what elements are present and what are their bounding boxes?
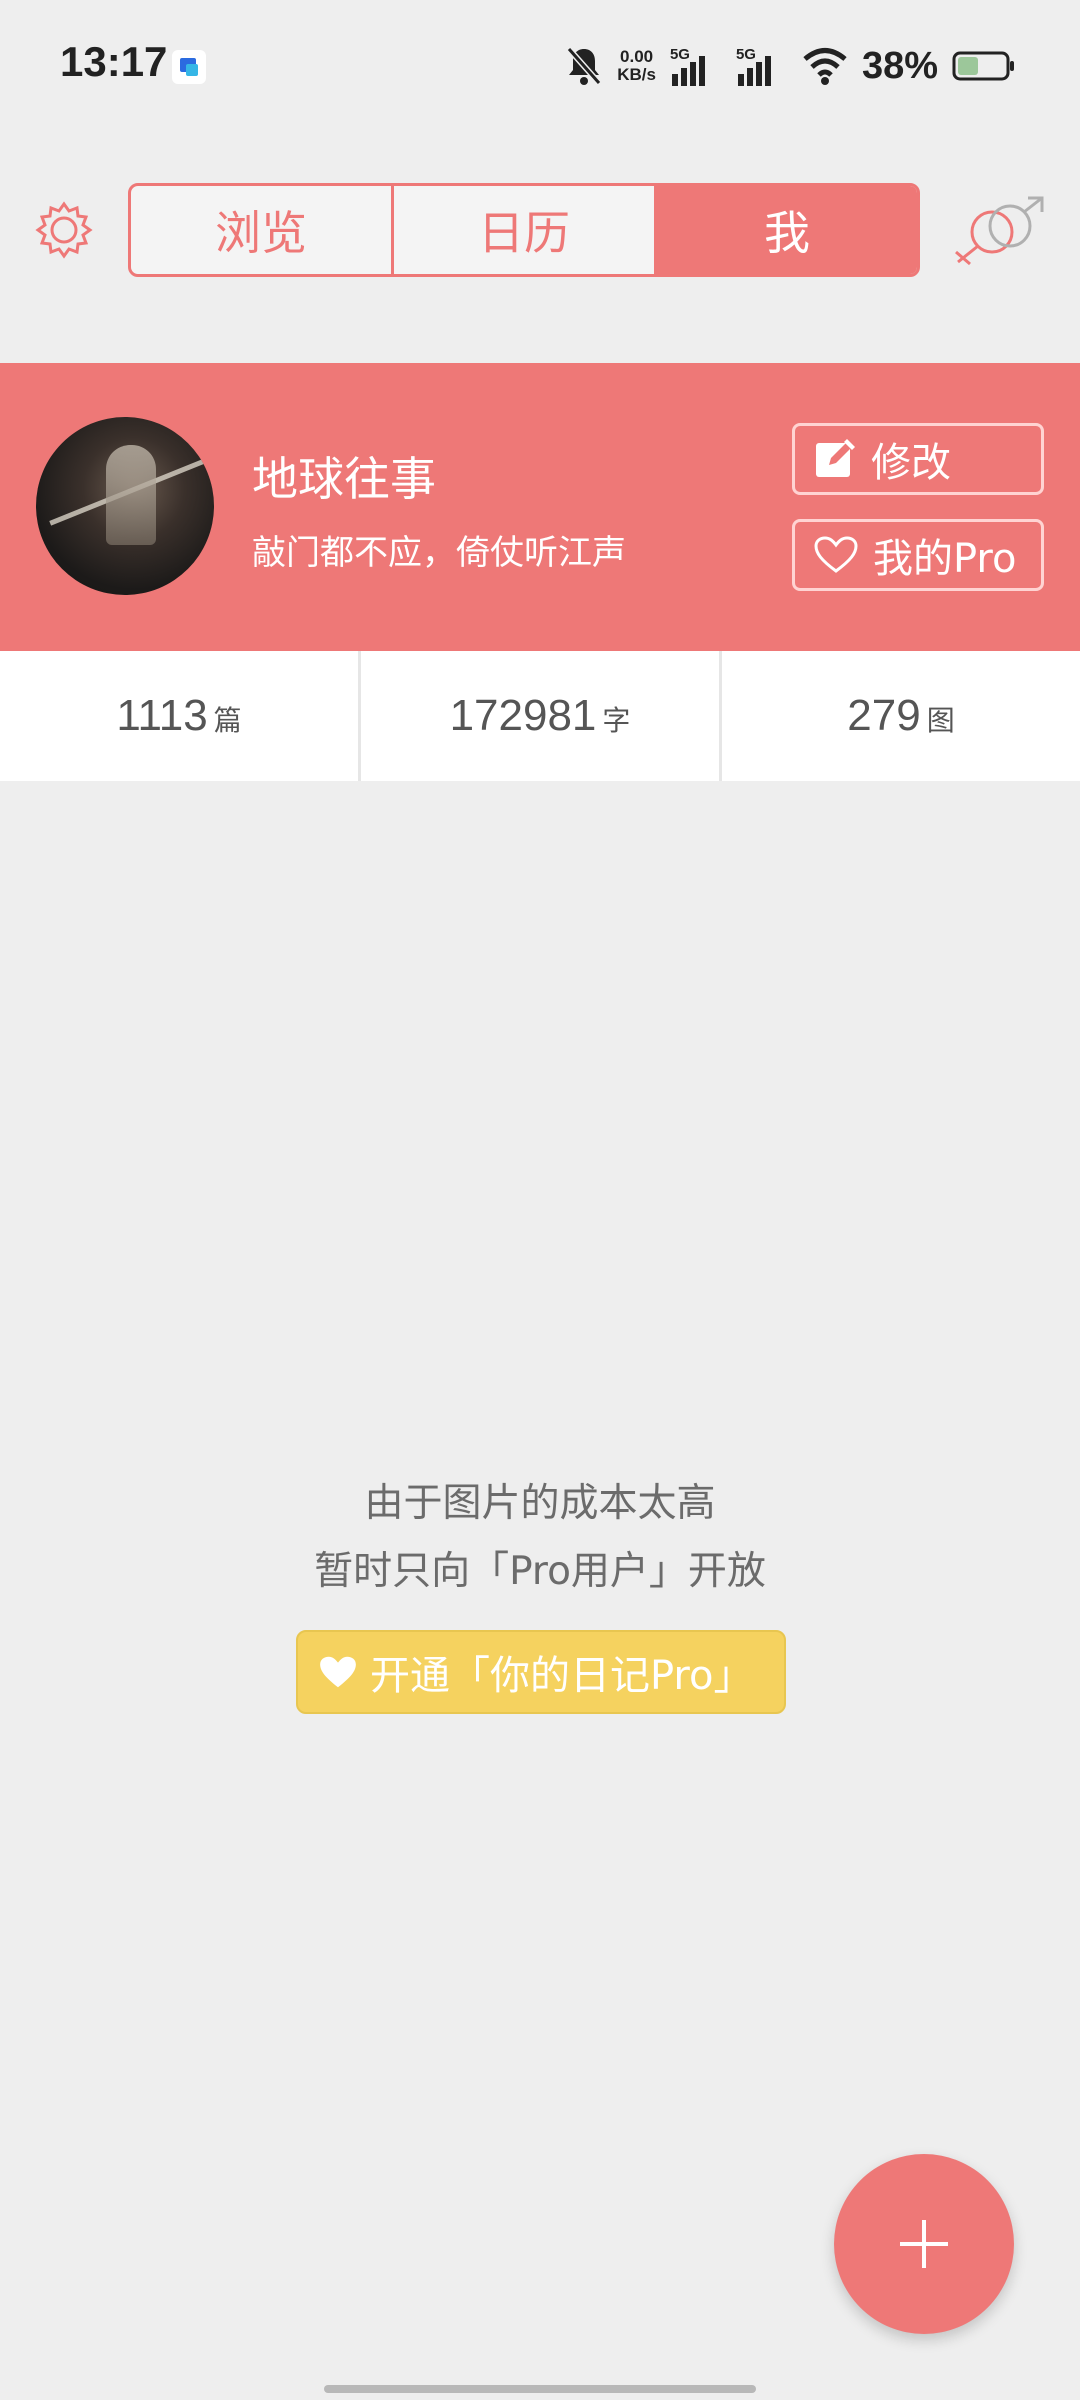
gender-symbol-icon[interactable] [952, 196, 1048, 266]
my-pro-label: 我的Pro [873, 536, 1017, 582]
gear-icon[interactable] [34, 200, 94, 260]
stat-words-value: 172981 [449, 691, 597, 740]
stat-images-unit: 图 [926, 704, 955, 737]
empty-message-line1: 由于图片的成本太高 [364, 1481, 716, 1526]
stat-entries-unit: 篇 [213, 704, 242, 737]
empty-message-line2: 暂时只向「Pro用户」开放 [314, 1549, 766, 1594]
wifi-icon [803, 48, 847, 85]
add-entry-button[interactable] [834, 2154, 1014, 2334]
status-time: 13:17 [60, 38, 168, 85]
my-pro-button[interactable]: 我的Pro [792, 519, 1044, 591]
profile-name: 地球往事 [252, 452, 436, 506]
battery-percent: 38% [861, 44, 938, 87]
stat-entries[interactable]: 1113 篇 [0, 651, 358, 781]
edit-profile-button[interactable]: 修改 [792, 423, 1044, 495]
heart-icon [320, 1656, 356, 1688]
tab-browse[interactable]: 浏览 [131, 186, 391, 274]
status-icons: 0.00 KB/s 5G 5G 38% [565, 40, 1016, 92]
stat-entries-value: 1113 [116, 691, 208, 740]
stat-words[interactable]: 172981 字 [358, 651, 719, 781]
net-speed-value: 0.00 [620, 47, 654, 66]
stats-row: 1113 篇 172981 字 279 图 [0, 651, 1080, 781]
home-indicator[interactable] [324, 2385, 756, 2393]
profile-banner: 地球往事 敲门都不应，倚仗听江声 修改 我的Pro [0, 363, 1080, 651]
net-speed-unit: KB/s [617, 65, 656, 84]
net-speed: 0.00 KB/s [617, 48, 656, 84]
mute-bell-icon [566, 47, 602, 85]
tab-bar: 浏览 日历 我 [128, 183, 920, 277]
edit-icon [816, 439, 855, 477]
app-notification-icon [172, 50, 206, 84]
stat-words-unit: 字 [602, 704, 631, 737]
signal-icon-2: 5G [736, 44, 788, 88]
heart-outline-icon [814, 536, 858, 573]
profile-motto: 敲门都不应，倚仗听江声 [252, 533, 626, 573]
tab-calendar[interactable]: 日历 [391, 186, 654, 274]
signal-icon: 5G [670, 44, 722, 88]
stat-images-value: 279 [847, 691, 921, 740]
edit-label: 修改 [871, 440, 951, 486]
stat-images[interactable]: 279 图 [719, 651, 1080, 781]
tab-me[interactable]: 我 [654, 186, 917, 274]
open-pro-label: 开通「你的日记Pro」 [370, 1653, 754, 1699]
open-pro-button[interactable]: 开通「你的日记Pro」 [296, 1630, 786, 1714]
avatar[interactable] [36, 417, 214, 595]
status-bar: 13:17 0.00 KB/s 5G 5G 38% [0, 0, 1080, 132]
battery-icon [952, 51, 1014, 81]
